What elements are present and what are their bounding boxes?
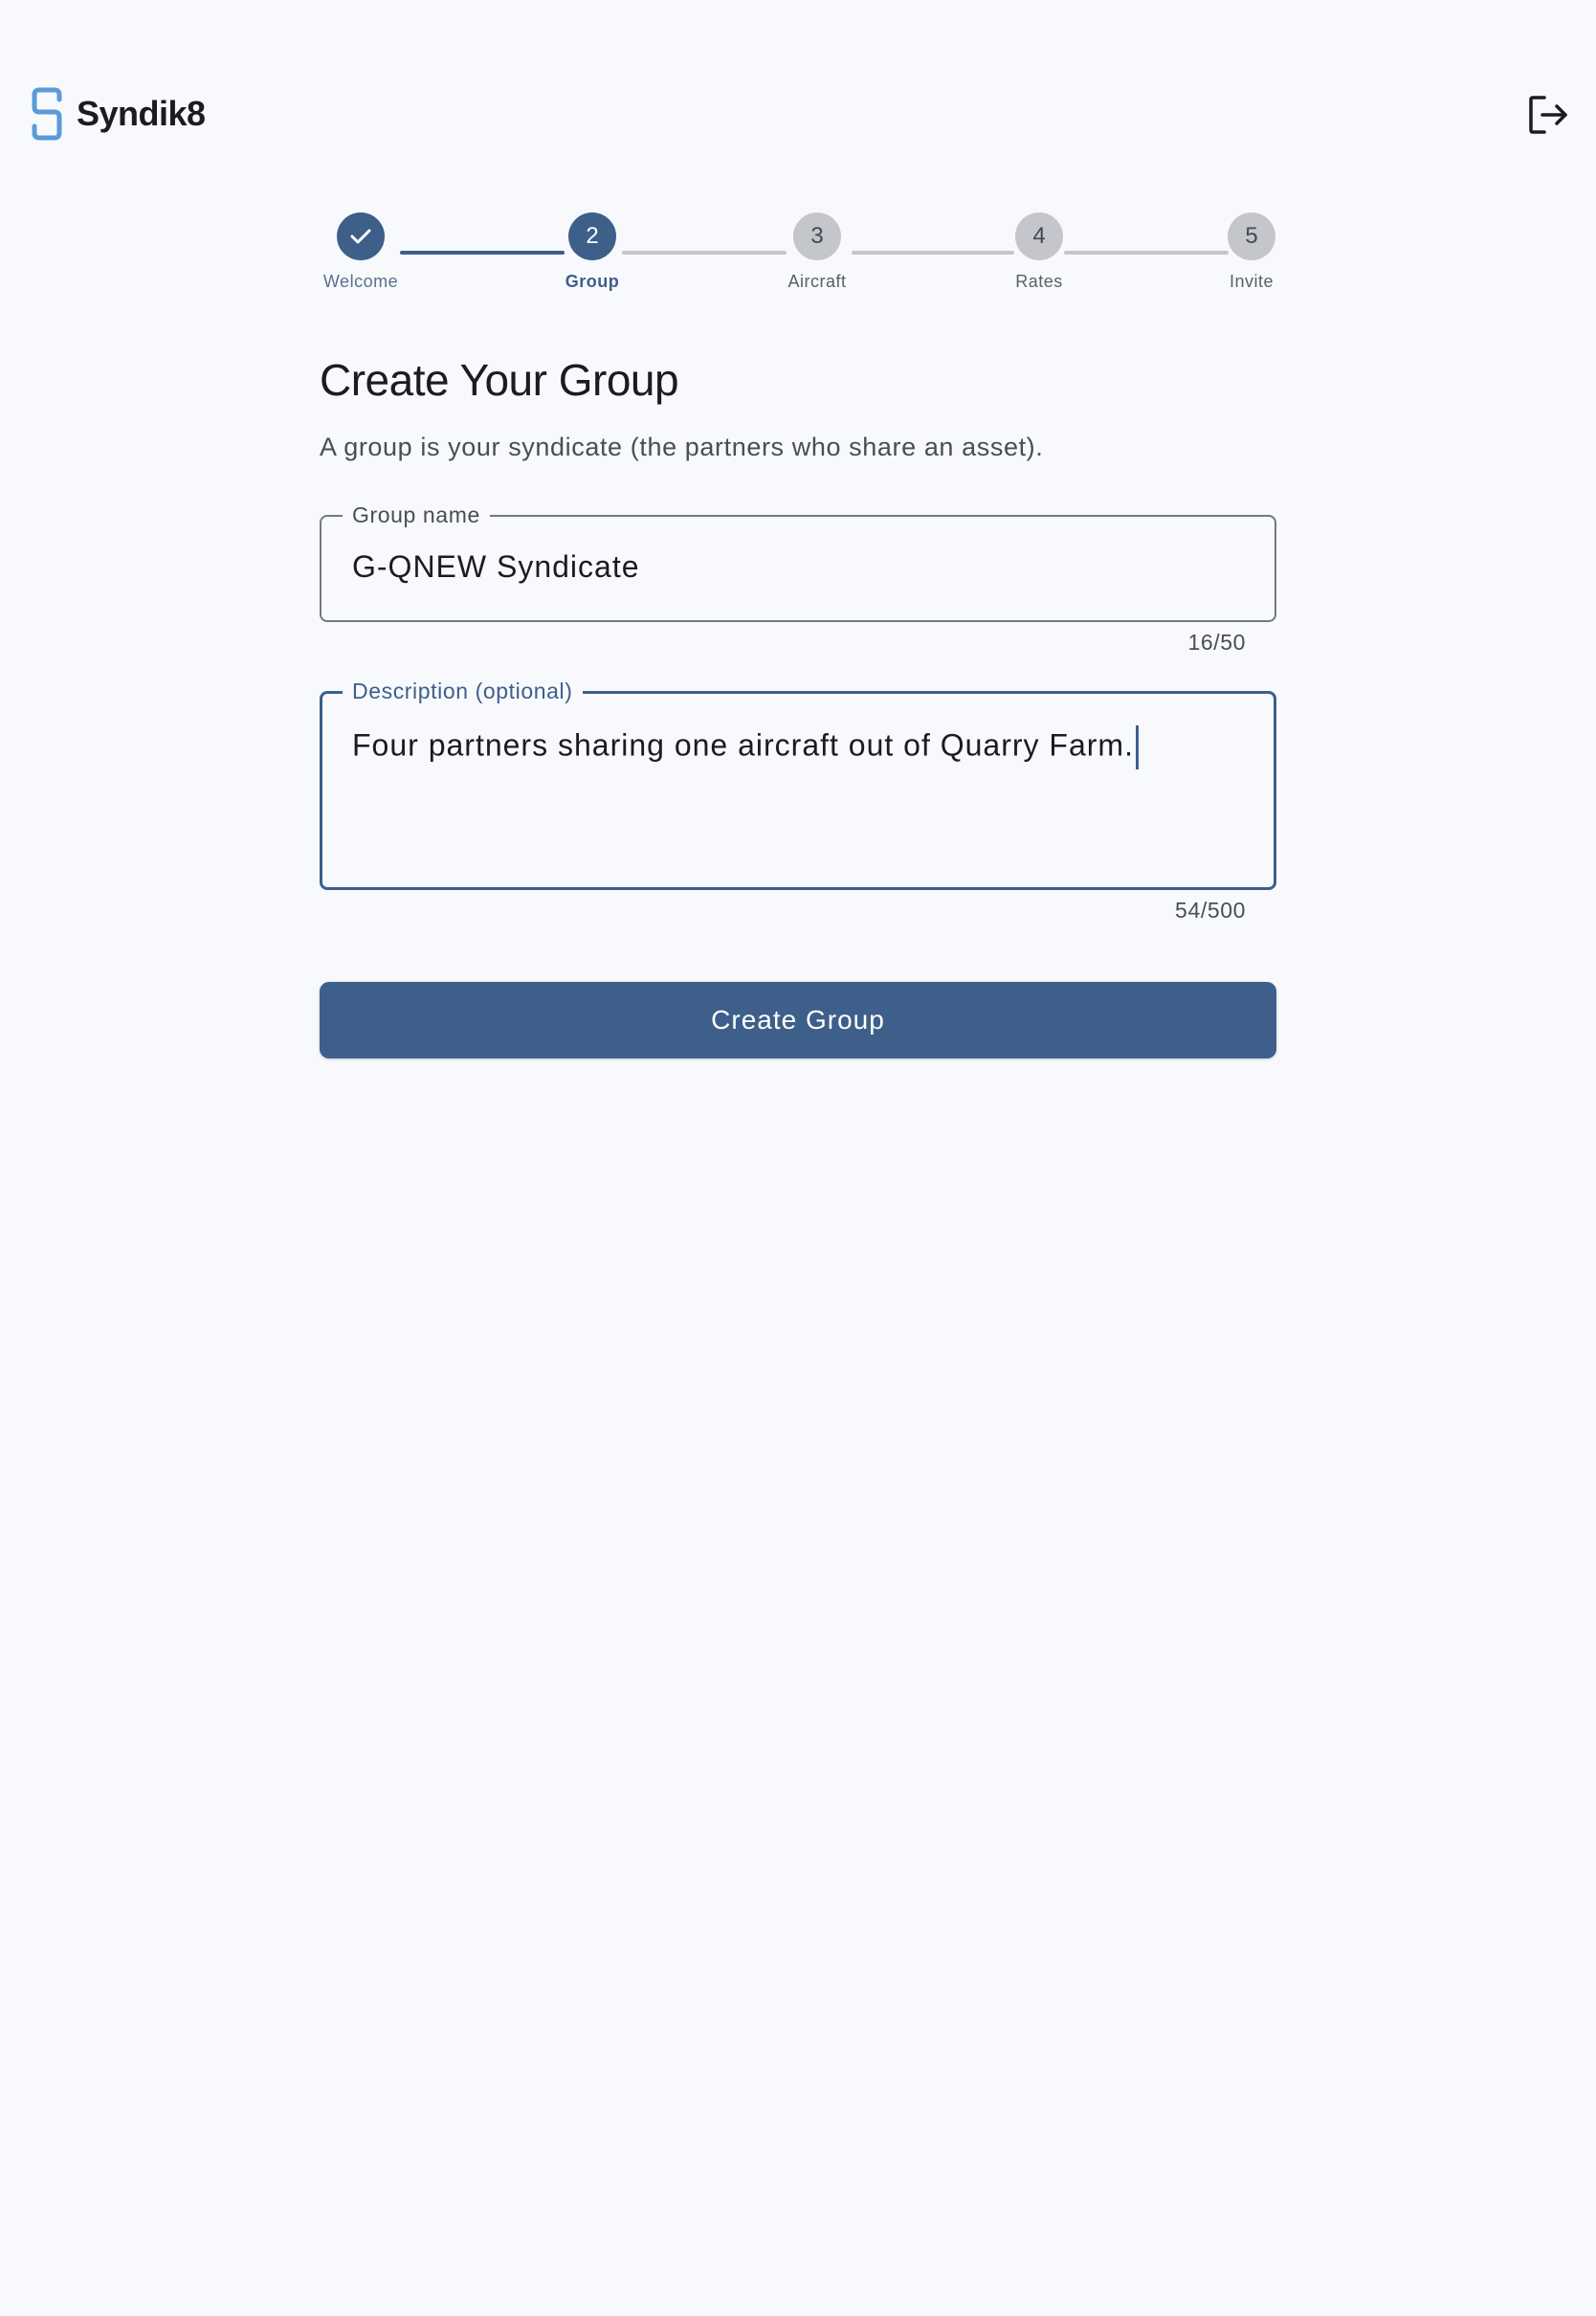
- checkmark-icon: [350, 229, 371, 244]
- text-caret: [1135, 725, 1139, 769]
- description-input[interactable]: Four partners sharing one aircraft out o…: [352, 725, 1139, 769]
- step-group-label: Group: [565, 272, 620, 291]
- step-welcome-label: Welcome: [322, 272, 399, 291]
- step-aircraft-number: 3: [793, 212, 841, 260]
- step-invite-number: 5: [1228, 212, 1275, 260]
- create-group-form: Create Your Group A group is your syndic…: [320, 354, 1276, 1058]
- step-aircraft[interactable]: 3 Aircraft: [750, 212, 884, 292]
- create-group-button[interactable]: Create Group: [320, 982, 1276, 1058]
- description-value: Four partners sharing one aircraft out o…: [352, 727, 1134, 763]
- step-group-number: 2: [568, 212, 616, 260]
- brand-name: Syndik8: [77, 94, 206, 133]
- group-name-label: Group name: [343, 502, 490, 528]
- group-name-input[interactable]: [352, 549, 1244, 585]
- page-subtitle: A group is your syndicate (the partners …: [320, 433, 1044, 461]
- step-welcome-circle: [337, 212, 385, 260]
- step-aircraft-label: Aircraft: [787, 272, 847, 291]
- description-label: Description (optional): [343, 679, 583, 704]
- step-rates-label: Rates: [1015, 272, 1063, 291]
- group-name-counter: 16/50: [1187, 630, 1246, 655]
- step-invite-label: Invite: [1229, 272, 1275, 291]
- logout-button[interactable]: [1527, 94, 1569, 136]
- page-title: Create Your Group: [320, 355, 679, 405]
- description-counter: 54/500: [1175, 898, 1246, 923]
- description-field[interactable]: Description (optional) Four partners sha…: [320, 679, 1276, 890]
- syndik8-logo-icon: [32, 87, 62, 141]
- step-rates[interactable]: 4 Rates: [972, 212, 1106, 292]
- top-bar: Syndik8: [0, 0, 1596, 230]
- step-rates-number: 4: [1015, 212, 1063, 260]
- logout-icon: [1529, 96, 1567, 134]
- step-welcome[interactable]: Welcome: [294, 212, 428, 292]
- step-group[interactable]: 2 Group: [525, 212, 659, 292]
- brand-logo: Syndik8: [31, 86, 206, 142]
- step-invite[interactable]: 5 Invite: [1185, 212, 1319, 292]
- group-name-field[interactable]: Group name: [320, 502, 1276, 622]
- onboarding-stepper: Welcome 2 Group 3 Aircraft 4 Rates 5 Inv…: [320, 212, 1276, 299]
